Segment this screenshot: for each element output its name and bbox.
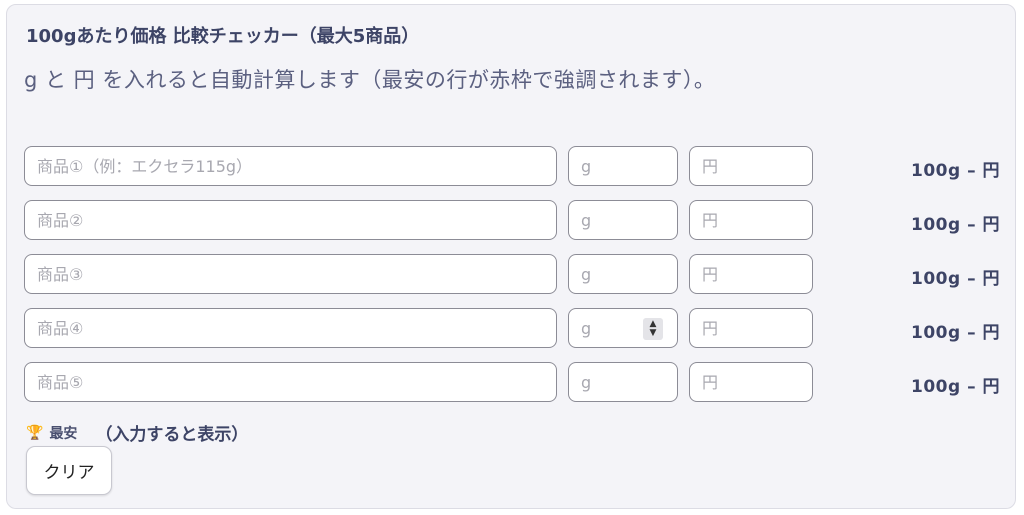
price-per-100g-result: 100g – 円: [911, 269, 1000, 289]
price-yen-input[interactable]: [689, 308, 813, 348]
price-per-100g-result: 100g – 円: [911, 161, 1000, 181]
cheapest-label: 最安: [49, 425, 78, 442]
price-yen-input[interactable]: [689, 200, 813, 240]
price-yen-input[interactable]: [689, 146, 813, 186]
product-row-2: 100g – 円: [24, 200, 1000, 244]
grams-input[interactable]: [568, 146, 678, 186]
grams-input[interactable]: [568, 200, 678, 240]
price-yen-input[interactable]: [689, 362, 813, 402]
price-per-100g-result: 100g – 円: [911, 215, 1000, 235]
product-name-input[interactable]: [24, 200, 557, 240]
page-title: 100gあたり価格 比較チェッカー（最大5商品）: [26, 26, 420, 47]
price-yen-input[interactable]: [689, 254, 813, 294]
product-name-input[interactable]: [24, 254, 557, 294]
trophy-icon: 🏆: [26, 424, 44, 441]
product-row-3: 100g – 円: [24, 254, 1000, 298]
price-per-100g-result: 100g – 円: [911, 323, 1000, 343]
description-text: g と 円 を入れると自動計算します（最安の行が赤枠で強調されます）。: [24, 68, 716, 92]
grams-input[interactable]: [568, 362, 678, 402]
product-name-input[interactable]: [24, 146, 557, 186]
clear-button[interactable]: クリア: [26, 446, 112, 495]
product-name-input[interactable]: [24, 308, 557, 348]
grams-input[interactable]: [568, 254, 678, 294]
number-spinner-icon[interactable]: ▲ ▼: [643, 318, 663, 340]
price-per-100g-result: 100g – 円: [911, 377, 1000, 397]
cheapest-summary: 🏆 最安 （入力すると表示）: [26, 420, 249, 446]
product-row-4: ▲▼ 100g – 円: [24, 308, 1000, 352]
product-name-input[interactable]: [24, 362, 557, 402]
product-row-1: 100g – 円: [24, 146, 1000, 190]
cheapest-hint: （入力すると表示）: [95, 425, 249, 445]
product-row-5: 100g – 円: [24, 362, 1000, 406]
